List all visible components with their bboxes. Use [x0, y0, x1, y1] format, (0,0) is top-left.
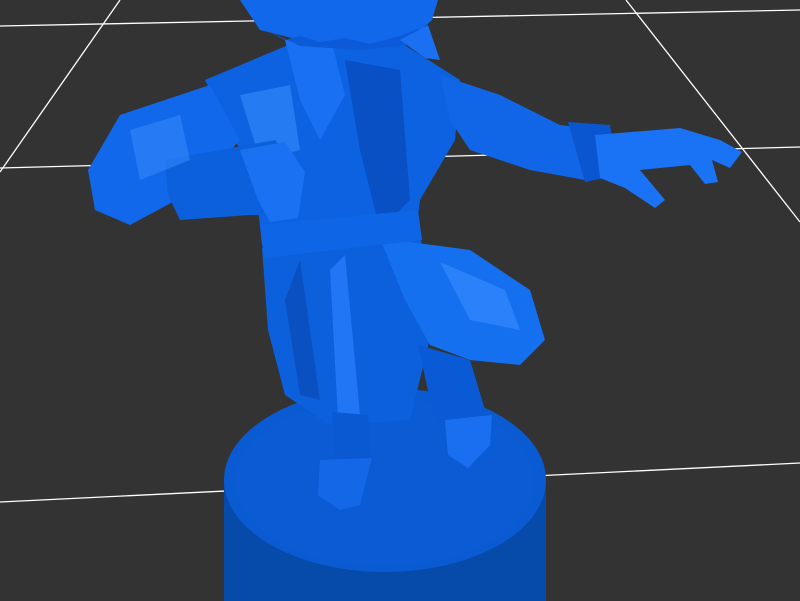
render-canvas[interactable]	[0, 0, 800, 601]
3d-viewport[interactable]	[0, 0, 800, 601]
right-hand	[595, 128, 742, 208]
